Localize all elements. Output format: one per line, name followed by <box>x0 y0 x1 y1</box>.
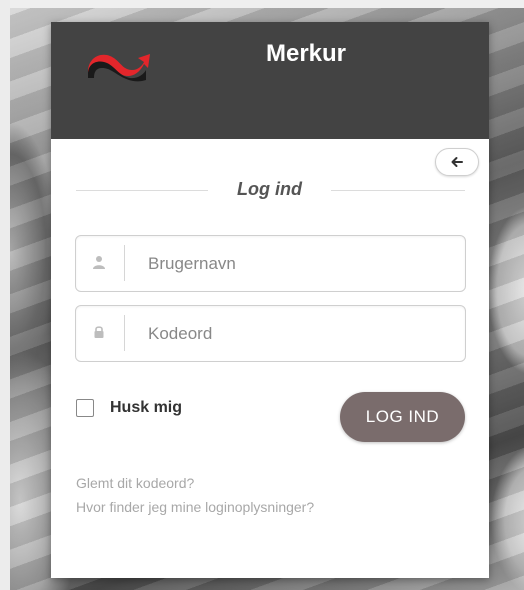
window-top-edge <box>0 0 524 8</box>
login-card: Merkur Log ind Husk mig LOG IND Glemt di… <box>51 22 489 578</box>
card-header: Merkur <box>51 22 489 139</box>
remember-me-checkbox[interactable] <box>76 399 94 417</box>
title-divider-left <box>76 190 208 191</box>
password-input[interactable] <box>146 320 450 348</box>
forgot-password-link[interactable]: Glemt dit kodeord? <box>76 475 194 491</box>
login-button[interactable]: LOG IND <box>340 392 465 442</box>
window-left-edge <box>0 0 10 590</box>
username-field-separator <box>124 245 125 281</box>
merkur-logo-icon <box>88 54 150 82</box>
login-help-link[interactable]: Hvor finder jeg mine loginoplysninger? <box>76 499 314 515</box>
username-field <box>75 235 466 292</box>
app-title: Merkur <box>265 40 347 67</box>
password-field <box>75 305 466 362</box>
back-button[interactable] <box>435 148 479 176</box>
user-icon <box>93 256 105 269</box>
username-input[interactable] <box>146 250 450 278</box>
lock-icon <box>94 326 104 338</box>
remember-me-label: Husk mig <box>110 399 183 416</box>
remember-me[interactable]: Husk mig <box>76 397 182 419</box>
password-field-separator <box>124 315 125 351</box>
arrow-left-icon <box>451 157 463 167</box>
title-divider-right <box>331 190 465 191</box>
section-title: Log ind <box>237 179 302 199</box>
